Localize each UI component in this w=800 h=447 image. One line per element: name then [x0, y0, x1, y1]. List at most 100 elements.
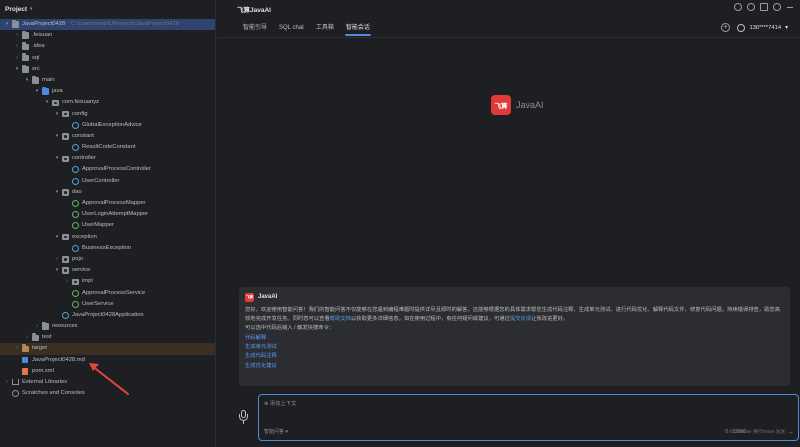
message-header: 飞算 JavaAI — [245, 291, 784, 303]
project-panel-header[interactable]: Project ▾ — [0, 0, 215, 18]
chevron-right-icon[interactable]: › — [64, 276, 70, 287]
chevron-right-icon[interactable]: › — [14, 30, 20, 41]
tab[interactable]: 智能会话 — [340, 22, 376, 36]
assistant-avatar: 飞算 — [245, 292, 254, 302]
package-icon — [62, 133, 69, 140]
javaai-panel: 飞算JavaAI 智能引导 SQL chat 工具箱 智能会话 + 130****74… — [217, 0, 800, 447]
tree-item[interactable]: › resources — [0, 321, 215, 332]
chat-input[interactable]: ⊕ 添加上下文 智能问答 ▾ 0 / 12000 Ctrl+Enter 换行/E… — [258, 394, 799, 441]
panel-title: 飞算JavaAI — [237, 7, 271, 14]
chevron-down-icon[interactable]: ▾ — [24, 75, 30, 86]
tree-item[interactable]: ApprovalProcessService — [0, 288, 215, 299]
chevron-down-icon[interactable]: ▾ — [44, 97, 50, 108]
tree-item[interactable]: ApprovalProcessController — [0, 164, 215, 175]
tree-item[interactable]: ▾ dao — [0, 187, 215, 198]
javaai-logo: 飞算 JavaAI — [491, 95, 544, 115]
history-icon[interactable] — [734, 3, 742, 11]
chevron-down-icon[interactable]: ▾ — [54, 131, 60, 142]
chevron-down-icon[interactable]: ▾ — [4, 19, 10, 30]
tree-item[interactable]: ▾ service — [0, 265, 215, 276]
tree-item[interactable]: BusinessException — [0, 243, 215, 254]
chevron-down-icon[interactable]: ▾ — [54, 265, 60, 276]
tree-item[interactable]: ▾ java — [0, 86, 215, 97]
tree-item[interactable]: ResultCodeConstant — [0, 142, 215, 153]
folder-icon — [22, 64, 29, 73]
quick-command-link[interactable]: 代码解释 — [245, 334, 784, 343]
mode-selector[interactable]: 智能问答 ▾ — [264, 428, 288, 435]
chevron-down-icon[interactable]: ▾ — [54, 109, 60, 120]
minimize-icon[interactable] — [786, 3, 794, 11]
add-context-button[interactable]: ⊕ 添加上下文 — [264, 399, 296, 407]
tree-item[interactable]: ▾ config — [0, 109, 215, 120]
tab[interactable]: 智能引导 — [237, 22, 273, 36]
tree-item[interactable]: ApprovalProcessMapper — [0, 198, 215, 209]
account-menu[interactable]: 130****7414 ▾ — [737, 24, 788, 32]
tree-item[interactable]: pom.xml — [0, 366, 215, 377]
tree-item[interactable]: › .idea — [0, 41, 215, 52]
help-doc-link[interactable]: 帮助文档 — [330, 316, 351, 322]
folder-icon — [22, 42, 29, 51]
chevron-right-icon[interactable]: › — [4, 377, 10, 388]
chevron-right-icon[interactable]: › — [34, 321, 40, 332]
tree-item-label: exception — [72, 233, 97, 240]
tree-item[interactable]: › impl — [0, 276, 215, 287]
chevron-right-icon[interactable]: › — [14, 41, 20, 52]
excluded-folder-icon — [22, 344, 29, 353]
tree-item[interactable]: Scratches and Consoles — [0, 388, 215, 399]
quick-command-link[interactable]: 生成单元测试 — [245, 343, 784, 352]
chevron-down-icon[interactable]: ▾ — [54, 232, 60, 243]
tab[interactable]: 工具箱 — [310, 22, 340, 36]
tree-item[interactable]: JavaProject0428.md — [0, 355, 215, 366]
tree-item[interactable]: › External Libraries — [0, 377, 215, 388]
chevron-down-icon[interactable]: ▾ — [54, 187, 60, 198]
new-chat-button[interactable]: + — [721, 23, 730, 32]
chevron-right-icon[interactable]: › — [54, 254, 60, 265]
tree-item[interactable]: UserService — [0, 299, 215, 310]
tree-item[interactable]: › .feisuan — [0, 30, 215, 41]
microphone-icon[interactable] — [239, 410, 248, 424]
more-icon[interactable] — [773, 3, 781, 11]
tree-item[interactable]: UserLoginAttemptMapper — [0, 209, 215, 220]
tree-item-label: UserController — [82, 177, 120, 184]
tab[interactable]: SQL chat — [273, 22, 310, 36]
tree-item[interactable]: › test — [0, 332, 215, 343]
tree-item[interactable]: ▾ controller — [0, 153, 215, 164]
tree-item-label: constant — [72, 132, 94, 139]
chevron-right-icon[interactable]: › — [14, 343, 20, 354]
tree-item[interactable]: JavaProject0428Application — [0, 310, 215, 321]
project-panel-title[interactable]: Project — [5, 6, 27, 13]
tree-item[interactable]: ▾ main — [0, 75, 215, 86]
chevron-down-icon[interactable]: ▾ — [14, 64, 20, 75]
send-icon[interactable]: → — [787, 429, 794, 436]
chevron-down-icon[interactable]: ▾ — [30, 6, 33, 12]
chevron-down-icon[interactable]: ▾ — [54, 153, 60, 164]
tree-item[interactable]: GlobalExceptionAdvice — [0, 120, 215, 131]
tree-item[interactable]: ▾ JavaProject0428 C:\Users\xwtp\IJProjects… — [0, 19, 215, 31]
chevron-right-icon[interactable]: › — [14, 53, 20, 64]
tree-item[interactable]: ▾ src — [0, 64, 215, 75]
settings-icon[interactable] — [747, 3, 755, 11]
quick-command-link[interactable]: 生成代码注释 — [245, 352, 784, 361]
chevron-down-icon[interactable]: ▾ — [34, 86, 40, 97]
tree-item[interactable]: UserMapper — [0, 220, 215, 231]
tree-item[interactable]: ▾ exception — [0, 232, 215, 243]
layout-icon[interactable] — [760, 3, 768, 11]
tree-item[interactable]: UserController — [0, 176, 215, 187]
tree-item-label: test — [42, 334, 52, 341]
tree-item[interactable]: ▾ com.feisuanyz — [0, 97, 215, 108]
folder-icon — [32, 75, 39, 84]
tree-item-label: com.feisuanyz — [62, 99, 100, 106]
tree-item[interactable]: › target — [0, 343, 215, 355]
tree-item[interactable]: › sql — [0, 53, 215, 64]
markdown-file-icon — [22, 356, 28, 364]
tree-item-label: pojo — [72, 255, 83, 262]
tree-item[interactable]: ▾ constant — [0, 131, 215, 142]
quick-command-link[interactable]: 生成优化建议 — [245, 362, 784, 371]
panel-toolbar — [734, 3, 794, 11]
tree-item-label: BusinessException — [82, 244, 131, 251]
chevron-right-icon[interactable]: › — [24, 332, 30, 343]
tree-item[interactable]: › pojo — [0, 254, 215, 265]
tree-item-label: .idea — [32, 43, 45, 50]
tree-item-label: service — [72, 267, 91, 274]
feedback-link[interactable]: 提交反馈 — [510, 316, 531, 322]
